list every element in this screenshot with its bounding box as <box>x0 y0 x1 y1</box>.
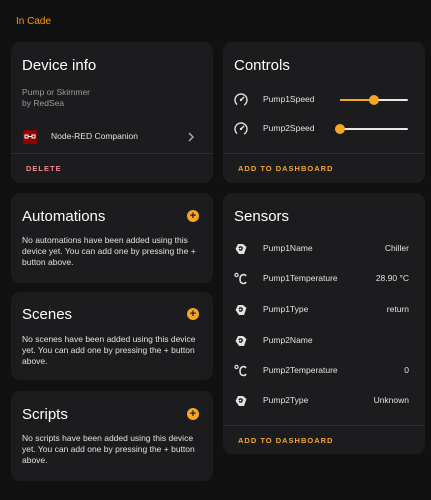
sensors-add-to-dashboard-button[interactable]: ADD TO DASHBOARD <box>238 436 333 445</box>
sensor-row[interactable]: Pump1Temperature 28.90 °C <box>223 269 425 289</box>
control-row-pump2speed: Pump2Speed <box>223 119 425 139</box>
slider-knob[interactable] <box>369 95 379 105</box>
sensor-row[interactable]: Pump2Type Unknown <box>223 391 425 411</box>
chevron-right-icon <box>188 132 194 142</box>
celsius-icon <box>233 271 249 287</box>
sensors-card: Sensors Pump1Name Chiller Pump1Temperature… <box>223 193 425 454</box>
pump-icon <box>233 393 249 409</box>
area-link[interactable]: In Cade <box>16 16 51 27</box>
pump2speed-slider[interactable] <box>335 123 408 135</box>
integration-row[interactable]: Node-RED Companion <box>11 126 213 148</box>
sensor-name: Pump1Name <box>263 243 313 253</box>
sensor-value: 0 <box>404 365 409 375</box>
controls-add-to-dashboard-button[interactable]: ADD TO DASHBOARD <box>238 164 333 173</box>
control-row-pump1speed: Pump1Speed <box>223 90 425 110</box>
sensor-name: Pump2Name <box>263 335 313 345</box>
scenes-title: Scenes <box>22 306 73 323</box>
delete-button[interactable]: DELETE <box>26 164 62 173</box>
sensor-name: Pump2Type <box>263 395 309 405</box>
add-script-button[interactable]: + <box>187 408 199 420</box>
pump-icon <box>233 333 249 349</box>
device-model: Pump or Skimmer <box>22 87 91 97</box>
sensor-name: Pump2Temperature <box>263 365 338 375</box>
device-manufacturer: by RedSea <box>22 98 65 108</box>
slider-track <box>340 128 408 130</box>
sensor-value: 28.90 °C <box>375 273 409 283</box>
add-automation-button[interactable]: + <box>187 210 199 222</box>
sensor-value: return <box>386 304 409 314</box>
sensor-row[interactable]: Pump2Temperature 0 <box>223 361 425 381</box>
scripts-empty-text: No scripts have been added using this de… <box>22 433 195 465</box>
scripts-title: Scripts <box>22 406 68 423</box>
control-label: Pump1Speed <box>263 94 315 104</box>
add-scene-button[interactable]: + <box>187 308 199 320</box>
celsius-icon <box>233 363 249 379</box>
controls-card: Controls Pump1Speed Pump2Speed ADD TO DA… <box>223 42 425 183</box>
sensors-title: Sensors <box>234 208 290 225</box>
controls-divider <box>223 153 425 154</box>
pump-icon <box>233 241 249 257</box>
node-red-icon <box>23 130 37 144</box>
control-label: Pump2Speed <box>263 123 315 133</box>
device-info-divider <box>11 153 213 154</box>
automations-title: Automations <box>22 208 106 225</box>
sensor-name: Pump1Type <box>263 304 309 314</box>
pump-icon <box>233 302 249 318</box>
sensor-value: Unknown <box>373 395 409 405</box>
speedometer-icon <box>234 93 248 107</box>
sensor-row[interactable]: Pump1Type return <box>223 300 425 320</box>
integration-label: Node-RED Companion <box>51 131 138 141</box>
sensor-row[interactable]: Pump1Name Chiller <box>223 239 425 259</box>
device-info-title: Device info <box>22 57 97 74</box>
scenes-card: Scenes + No scenes have been added using… <box>11 292 213 380</box>
sensor-name: Pump1Temperature <box>263 273 338 283</box>
scenes-empty-text: No scenes have been added using this dev… <box>22 334 196 366</box>
automations-empty-text: No automations have been added using thi… <box>22 235 196 267</box>
speedometer-icon <box>234 122 248 136</box>
sensors-divider <box>223 425 425 426</box>
sensor-row[interactable]: Pump2Name <box>223 331 425 351</box>
scripts-card: Scripts + No scripts have been added usi… <box>11 391 213 481</box>
device-info-card: Device info Pump or Skimmer by RedSea No… <box>11 42 213 183</box>
slider-knob[interactable] <box>335 124 345 134</box>
automations-card: Automations + No automations have been a… <box>11 193 213 283</box>
sensor-value: Chiller <box>384 243 409 253</box>
controls-title: Controls <box>234 57 290 74</box>
pump1speed-slider[interactable] <box>340 94 408 106</box>
